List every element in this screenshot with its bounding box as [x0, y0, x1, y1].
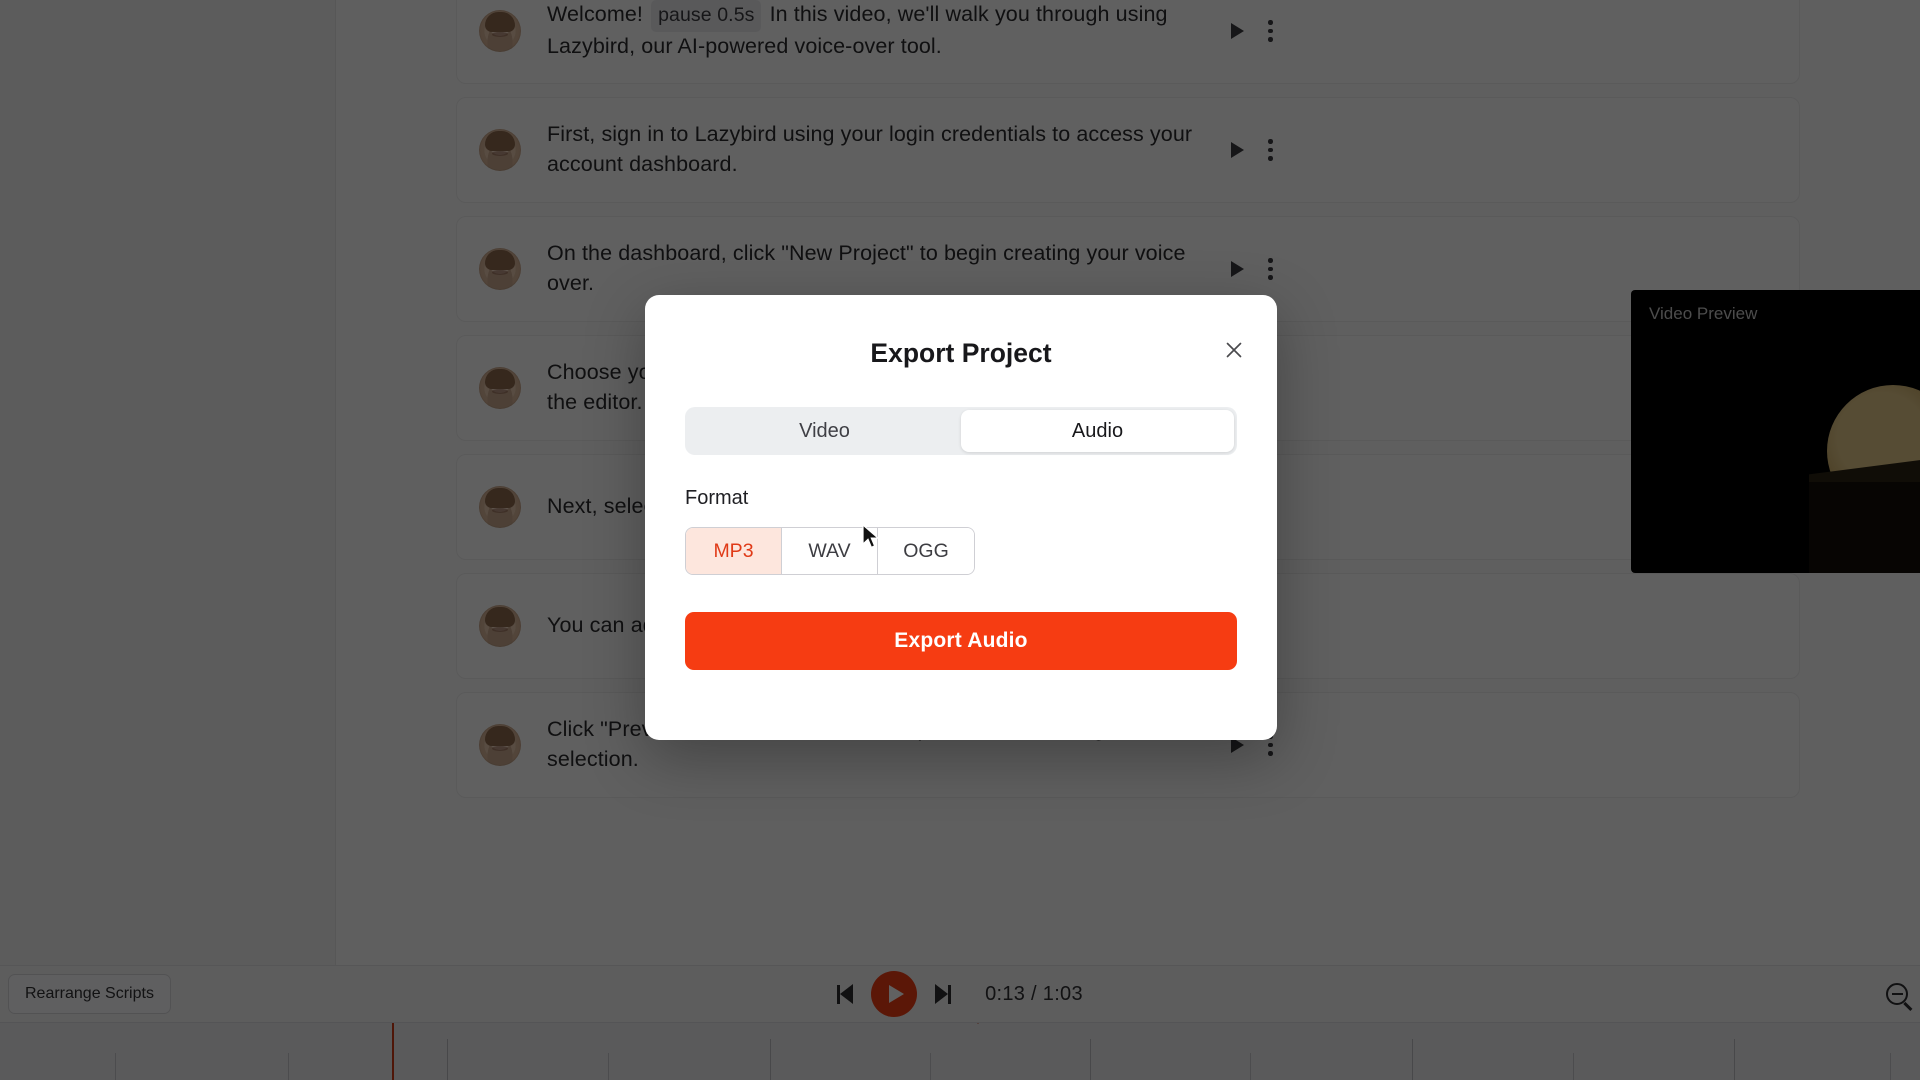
modal-scrim[interactable]: Export Project Video Audio Format MP3 WA…	[0, 0, 1920, 1080]
dialog-title: Export Project	[870, 338, 1052, 368]
tab-audio[interactable]: Audio	[961, 410, 1234, 452]
format-label: Format	[685, 487, 749, 509]
export-project-dialog: Export Project Video Audio Format MP3 WA…	[645, 295, 1277, 740]
format-option-group: MP3 WAV OGG	[685, 527, 975, 575]
close-icon[interactable]	[1221, 337, 1247, 363]
app-root: Welcome! pause 0.5s In this video, we'll…	[0, 0, 1920, 1080]
format-option-wav[interactable]: WAV	[782, 528, 878, 574]
export-type-tabs: Video Audio	[685, 407, 1237, 455]
format-option-mp3[interactable]: MP3	[686, 528, 782, 574]
format-option-ogg[interactable]: OGG	[878, 528, 974, 574]
tab-video[interactable]: Video	[688, 410, 961, 452]
export-audio-button[interactable]: Export Audio	[685, 612, 1237, 670]
